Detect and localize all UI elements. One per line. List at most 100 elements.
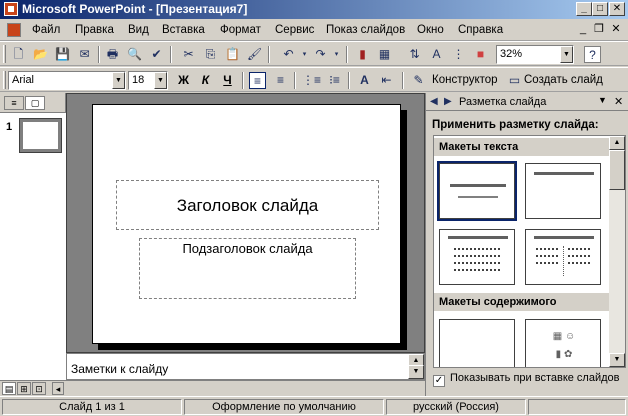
layout-scrollbar[interactable]: ▲ ▼ — [609, 136, 625, 367]
menu-format[interactable]: Формат — [220, 24, 261, 36]
decrease-indent-icon[interactable]: ⇤ — [378, 72, 395, 89]
font-size-select[interactable]: 18 ▼ — [128, 71, 168, 90]
slide-canvas[interactable]: Заголовок слайда Подзаголовок слайда — [92, 104, 401, 344]
maximize-button[interactable]: □ — [592, 2, 608, 16]
doc-minimize-button[interactable]: _ — [576, 22, 590, 36]
scroll-thumb[interactable] — [609, 150, 625, 190]
chevron-down-icon[interactable]: ▼ — [154, 72, 167, 89]
thumbnails-list: 1 — [0, 112, 66, 380]
expand-all-icon[interactable]: ⇅ — [406, 46, 423, 63]
help-icon[interactable]: ? — [584, 46, 601, 63]
notes-scrollbar[interactable]: ▲ ▼ — [408, 354, 424, 379]
layout-title-only[interactable] — [525, 163, 601, 219]
show-formatting-icon[interactable]: A — [428, 46, 445, 63]
doc-restore-button[interactable]: ❐ — [592, 22, 606, 36]
redo-icon[interactable]: ↷ — [312, 46, 329, 63]
back-icon[interactable]: ◀ — [430, 96, 438, 107]
toolbar-grip[interactable] — [3, 45, 6, 63]
cut-icon[interactable]: ✂ — [180, 46, 197, 63]
toolbar-grip[interactable] — [3, 71, 6, 89]
insert-table-icon[interactable]: ▦ — [376, 46, 393, 63]
separator — [268, 46, 270, 63]
bullets-icon[interactable]: ⁝≡ — [326, 72, 343, 89]
font-select[interactable]: Arial ▼ — [8, 71, 126, 90]
separator — [98, 46, 100, 63]
pane-menu-icon[interactable]: ▼ — [598, 95, 607, 105]
tab-outline[interactable]: ≡ — [4, 96, 24, 110]
save-icon[interactable]: 💾 — [54, 46, 71, 63]
title-placeholder[interactable]: Заголовок слайда — [116, 180, 379, 230]
align-left-icon[interactable]: ≡ — [249, 72, 266, 89]
bold-button[interactable]: Ж — [175, 72, 192, 89]
menu-file[interactable]: Файл — [32, 24, 60, 36]
color-grayscale-icon[interactable]: ■ — [472, 46, 489, 63]
layout-content[interactable]: ▦ ☺ ▮ ✿ — [525, 319, 601, 367]
separator — [346, 46, 348, 63]
chevron-down-icon[interactable]: ▼ — [112, 72, 125, 89]
powerpoint-app-icon[interactable] — [4, 2, 18, 16]
format-painter-icon[interactable]: 🖌 — [246, 46, 263, 63]
numbering-icon[interactable]: ⋮≡ — [302, 72, 321, 89]
scroll-down-icon[interactable]: ▼ — [609, 353, 625, 367]
zoom-select[interactable]: 32% ▼ — [496, 45, 574, 64]
minimize-button[interactable]: _ — [576, 2, 592, 16]
undo-dropdown-icon[interactable]: ▾ — [296, 46, 313, 63]
layout-two-column-text[interactable] — [525, 229, 601, 285]
menu-slideshow[interactable]: Показ слайдов — [326, 24, 405, 36]
forward-icon[interactable]: ▶ — [444, 96, 452, 107]
scroll-left-icon[interactable]: ◂ — [52, 382, 64, 395]
layout-bullet-line — [454, 248, 500, 251]
insert-chart-icon[interactable]: ▮ — [354, 46, 371, 63]
close-button[interactable]: ✕ — [609, 2, 625, 16]
notes-pane[interactable]: Заметки к слайду ▲ ▼ — [66, 353, 425, 380]
designer-icon[interactable]: ✎ — [410, 72, 427, 89]
document-icon[interactable] — [7, 23, 21, 37]
menu-window[interactable]: Окно — [417, 24, 444, 36]
layout-title-text[interactable] — [439, 229, 515, 285]
separator — [348, 72, 350, 89]
redo-dropdown-icon[interactable]: ▾ — [328, 46, 345, 63]
zoom-value: 32% — [500, 48, 523, 60]
scroll-down-icon[interactable]: ▼ — [408, 365, 424, 379]
normal-view-icon[interactable]: ▤ — [2, 382, 16, 395]
new-slide-icon[interactable]: ▭ — [506, 72, 523, 89]
align-center-icon[interactable]: ≡ — [272, 72, 289, 89]
underline-button[interactable]: Ч — [219, 72, 236, 89]
menu-view[interactable]: Вид — [128, 24, 149, 36]
close-pane-icon[interactable]: ✕ — [614, 95, 623, 108]
layout-title-bar — [450, 184, 506, 187]
italic-button[interactable]: К — [197, 72, 214, 89]
new-icon[interactable]: 🗋 — [10, 46, 27, 63]
doc-close-button[interactable]: ✕ — [609, 22, 623, 36]
show-on-insert-checkbox[interactable]: ✓ — [433, 375, 445, 387]
slide-thumbnail[interactable] — [20, 119, 61, 152]
menu-tools[interactable]: Сервис — [275, 24, 314, 36]
spelling-icon[interactable]: ✔ — [148, 46, 165, 63]
layout-bullet-line — [454, 269, 500, 272]
subtitle-placeholder[interactable]: Подзаголовок слайда — [139, 238, 356, 299]
layout-blank[interactable] — [439, 319, 515, 367]
tab-slides[interactable]: ▢ — [25, 96, 45, 110]
open-icon[interactable]: 📂 — [32, 46, 49, 63]
slideshow-icon[interactable]: ⊡ — [32, 382, 46, 395]
layout-title-slide[interactable] — [439, 163, 515, 219]
permission-icon[interactable]: ✉ — [76, 46, 93, 63]
layout-bullet-line — [454, 255, 500, 258]
new-slide-button[interactable]: Создать слайд — [524, 74, 603, 86]
menu-help[interactable]: Справка — [458, 24, 503, 36]
status-empty — [528, 399, 626, 415]
scroll-up-icon[interactable]: ▲ — [609, 136, 625, 150]
print-icon[interactable]: 🖶 — [104, 46, 121, 63]
menu-insert[interactable]: Вставка — [162, 24, 205, 36]
designer-button[interactable]: Конструктор — [432, 74, 498, 86]
paste-icon[interactable]: 📋 — [224, 46, 241, 63]
menu-edit[interactable]: Правка — [75, 24, 114, 36]
grid-icon[interactable]: ⋮ — [450, 46, 467, 63]
increase-font-icon[interactable]: A — [356, 72, 373, 89]
undo-icon[interactable]: ↶ — [280, 46, 297, 63]
print-preview-icon[interactable]: 🔍 — [126, 46, 143, 63]
slide-sorter-icon[interactable]: ⊞ — [17, 382, 31, 395]
show-on-insert-option[interactable]: ✓ Показывать при вставке слайдов — [433, 372, 620, 387]
copy-icon[interactable]: ⎘ — [202, 46, 219, 63]
chevron-down-icon[interactable]: ▼ — [560, 46, 573, 63]
